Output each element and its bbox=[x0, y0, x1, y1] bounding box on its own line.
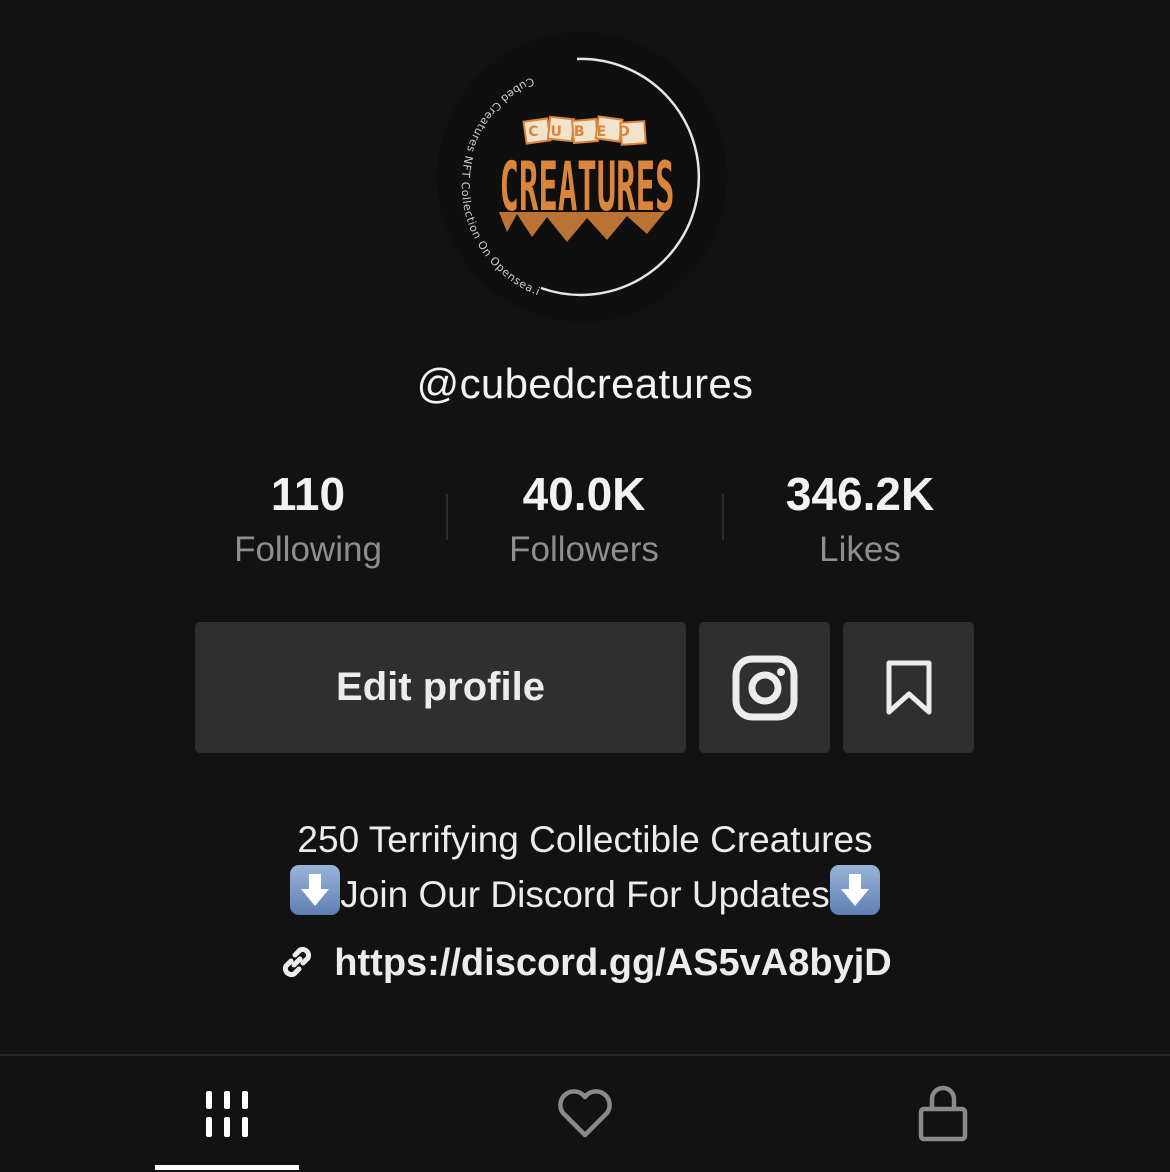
edit-profile-button[interactable]: Edit profile bbox=[195, 622, 686, 753]
bio-line-1: 250 Terrifying Collectible Creatures bbox=[297, 819, 873, 860]
profile-link-url: https://discord.gg/AS5vA8byjD bbox=[334, 942, 892, 984]
stat-divider bbox=[446, 494, 448, 540]
bio-line-2: Join Our Discord For Updates bbox=[340, 874, 830, 915]
followers-count: 40.0K bbox=[522, 468, 646, 520]
down-arrow-emoji-icon bbox=[829, 865, 880, 915]
likes-label: Likes bbox=[819, 530, 901, 569]
following-label: Following bbox=[234, 530, 382, 569]
profile-tab-bar bbox=[0, 1054, 1170, 1172]
tab-private[interactable] bbox=[748, 1056, 1138, 1172]
profile-avatar[interactable]: Cubed Creatures NFT Collection On Opense… bbox=[437, 32, 727, 322]
logo-top-text: CUBED bbox=[528, 124, 642, 140]
grid-icon bbox=[206, 1091, 248, 1137]
heart-icon bbox=[558, 1089, 612, 1138]
stat-likes[interactable]: 346.2K Likes bbox=[730, 466, 990, 578]
profile-bio: 250 Terrifying Collectible Creatures Joi… bbox=[0, 814, 1170, 920]
profile-stats: 110 Following 40.0K Followers 346.2K Lik… bbox=[0, 466, 1170, 576]
instagram-button[interactable] bbox=[699, 622, 830, 753]
tab-liked[interactable] bbox=[390, 1056, 780, 1172]
link-icon bbox=[278, 943, 316, 991]
stat-followers[interactable]: 40.0K Followers bbox=[454, 466, 714, 578]
likes-count: 346.2K bbox=[785, 468, 935, 520]
bookmark-icon bbox=[886, 660, 931, 714]
username: @cubedcreatures bbox=[416, 360, 754, 407]
stat-divider bbox=[722, 494, 724, 540]
down-arrow-emoji-icon bbox=[290, 865, 341, 915]
bio-line-2-wrap: Join Our Discord For Updates bbox=[0, 865, 1170, 920]
followers-label: Followers bbox=[509, 530, 659, 569]
instagram-icon bbox=[732, 655, 797, 720]
cubed-creatures-logo: Cubed Creatures NFT Collection On Opense… bbox=[437, 32, 727, 322]
tab-videos[interactable] bbox=[32, 1056, 422, 1172]
following-count: 110 bbox=[270, 468, 346, 520]
lock-icon bbox=[918, 1085, 968, 1142]
stat-following[interactable]: 110 Following bbox=[178, 466, 438, 578]
favorites-button[interactable] bbox=[843, 622, 974, 753]
active-tab-indicator bbox=[155, 1165, 299, 1170]
profile-link[interactable]: https://discord.gg/AS5vA8byjD bbox=[0, 942, 1170, 991]
